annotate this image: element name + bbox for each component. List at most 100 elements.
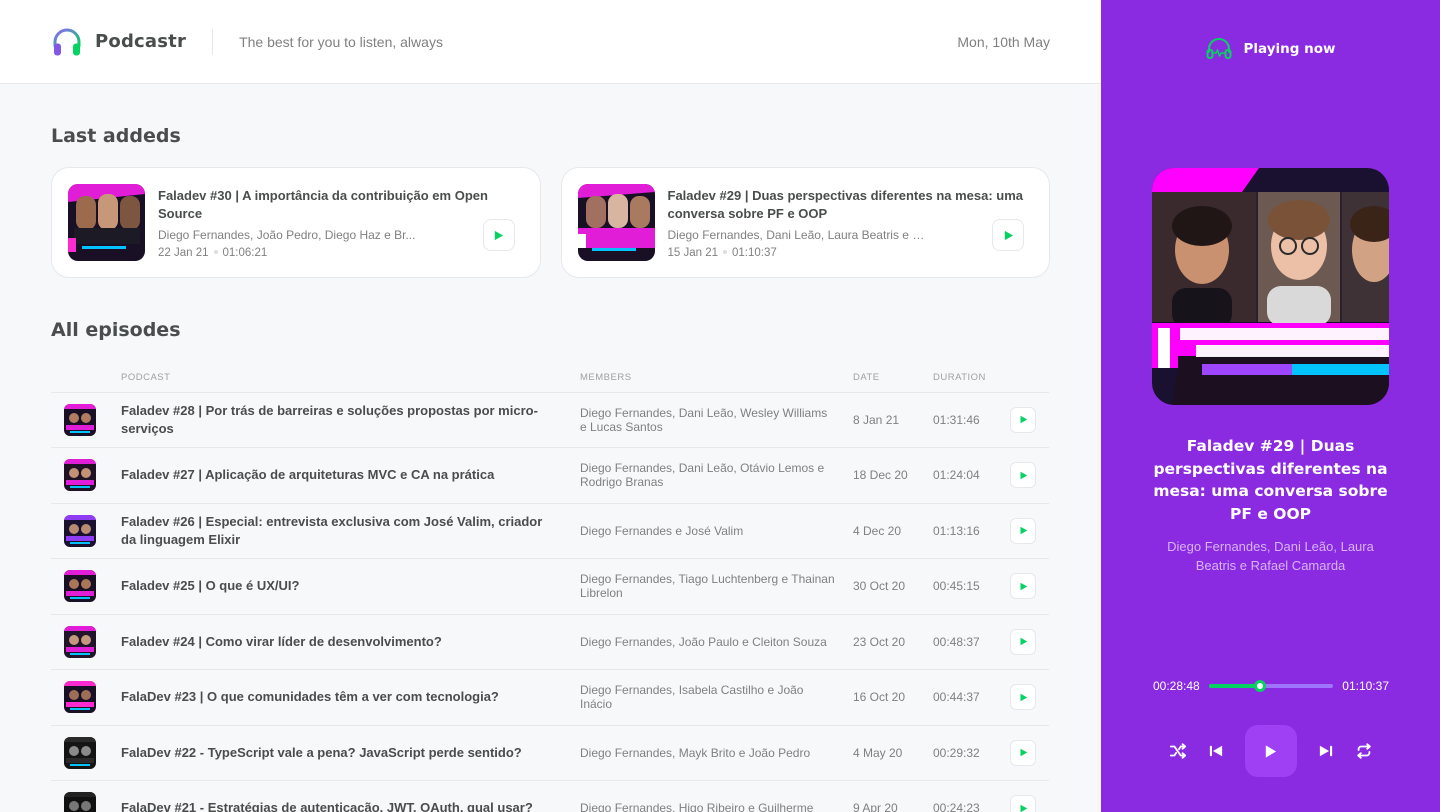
episode-meta: 22 Jan 21 01:06:21 — [158, 247, 518, 259]
play-icon — [1020, 416, 1027, 424]
episode-info: Faladev #30 | A importância da contribui… — [158, 187, 518, 259]
row-duration-cell: 00:45:15 — [933, 558, 1010, 615]
episode-title[interactable]: FalaDev #23 | O que comunidades têm a ve… — [121, 688, 560, 706]
header-divider — [212, 28, 214, 55]
logo[interactable]: Podcastr — [52, 27, 186, 57]
row-members-cell: Diego Fernandes, Mayk Brito e João Pedro — [580, 725, 853, 781]
row-thumb-cell — [51, 447, 121, 504]
app-name: Podcastr — [95, 31, 187, 52]
episode-duration: 01:24:04 — [933, 468, 980, 483]
total-time: 01:10:37 — [1342, 679, 1389, 693]
table-row[interactable]: FalaDev #23 | O que comunidades têm a ve… — [51, 669, 1049, 726]
table-row[interactable]: Faladev #28 | Por trás de barreiras e so… — [51, 392, 1049, 448]
row-podcast-cell: FalaDev #21 - Estratégias de autenticaçã… — [121, 780, 580, 812]
row-duration-cell: 01:24:04 — [933, 447, 1010, 504]
repeat-button[interactable] — [1345, 732, 1383, 770]
episode-title[interactable]: FalaDev #21 - Estratégias de autenticaçã… — [121, 799, 560, 812]
episode-date: 9 Apr 20 — [853, 801, 898, 812]
main-content: Podcastr The best for you to listen, alw… — [0, 0, 1101, 812]
play-episode-button[interactable] — [1010, 573, 1036, 600]
row-action-cell — [1010, 503, 1049, 559]
shuffle-button[interactable] — [1159, 732, 1197, 770]
episode-title[interactable]: FalaDev #22 - TypeScript vale a pena? Ja… — [121, 744, 560, 762]
table-header-row: Podcast Members Date Duration — [51, 363, 1049, 393]
column-members: Members — [580, 363, 853, 393]
play-episode-button[interactable] — [1010, 462, 1036, 489]
episode-duration: 00:24:23 — [933, 801, 980, 812]
episode-title[interactable]: Faladev #26 | Especial: entrevista exclu… — [121, 513, 560, 549]
progress-handle[interactable] — [1253, 680, 1266, 692]
tagline: The best for you to listen, always — [239, 33, 443, 50]
episode-date: 18 Dec 20 — [853, 468, 908, 483]
column-thumb — [51, 363, 121, 393]
row-podcast-cell: Faladev #28 | Por trás de barreiras e so… — [121, 392, 580, 448]
repeat-icon — [1356, 743, 1371, 759]
play-icon — [1020, 693, 1027, 701]
episode-title[interactable]: Faladev #25 | O que é UX/UI? — [121, 577, 560, 595]
play-episode-button[interactable] — [482, 219, 515, 251]
play-episode-button[interactable] — [1010, 628, 1036, 655]
player-heading: Playing now — [1101, 38, 1440, 60]
previous-button[interactable] — [1197, 732, 1235, 770]
headphones-icon — [52, 27, 82, 57]
progress-slider[interactable] — [1208, 680, 1334, 692]
current-time: 00:28:48 — [1153, 679, 1200, 693]
episode-thumbnail — [64, 570, 96, 603]
episode-title[interactable]: Faladev #24 | Como virar líder de desenv… — [121, 633, 560, 651]
episode-title[interactable]: Faladev #30 | A importância da contribui… — [158, 187, 518, 223]
shuffle-icon — [1169, 743, 1186, 759]
play-episode-button[interactable] — [992, 219, 1024, 251]
next-button[interactable] — [1307, 732, 1345, 770]
episode-info: Faladev #29 | Duas perspectivas diferent… — [668, 187, 1028, 259]
episode-title[interactable]: Faladev #28 | Por trás de barreiras e so… — [121, 402, 560, 438]
episode-thumbnail — [64, 681, 96, 714]
latest-episodes: Faladev #30 | A importância da contribui… — [51, 167, 1050, 278]
play-episode-button[interactable] — [1010, 739, 1036, 766]
latest-episode-card[interactable]: Faladev #30 | A importância da contribui… — [51, 167, 541, 278]
player-controls — [1101, 725, 1440, 777]
play-episode-button[interactable] — [1010, 517, 1036, 544]
table-row[interactable]: Faladev #26 | Especial: entrevista exclu… — [51, 503, 1049, 559]
episode-thumbnail — [64, 403, 96, 436]
episodes-table-body: Faladev #28 | Por trás de barreiras e so… — [51, 392, 1049, 812]
play-episode-button[interactable] — [1010, 684, 1036, 711]
all-episodes-title: All episodes — [51, 319, 181, 341]
table-row[interactable]: FalaDev #22 - TypeScript vale a pena? Ja… — [51, 725, 1049, 781]
row-members-cell: Diego Fernandes, João Paulo e Cleiton So… — [580, 614, 853, 670]
episode-members: Diego Fernandes, Tiago Luchtenberg e Tha… — [580, 572, 835, 601]
play-icon — [1020, 582, 1027, 590]
table-row[interactable]: FalaDev #21 - Estratégias de autenticaçã… — [51, 780, 1049, 812]
play-episode-button[interactable] — [1010, 406, 1036, 433]
current-episode-title: Faladev #29 | Duas perspectivas diferent… — [1153, 437, 1388, 523]
table-row[interactable]: Faladev #27 | Aplicação de arquiteturas … — [51, 447, 1049, 504]
row-date-cell: 23 Oct 20 — [853, 614, 933, 670]
episode-date: 23 Oct 20 — [853, 634, 906, 649]
row-action-cell — [1010, 447, 1049, 504]
episode-date: 16 Oct 20 — [853, 690, 906, 705]
table-row[interactable]: Faladev #24 | Como virar líder de desenv… — [51, 614, 1049, 670]
episode-title[interactable]: Faladev #29 | Duas perspectivas diferent… — [668, 187, 1028, 223]
episode-thumbnail — [64, 459, 96, 492]
meta-dot — [723, 250, 728, 255]
episode-title[interactable]: Faladev #27 | Aplicação de arquiteturas … — [121, 466, 560, 484]
episode-members: Diego Fernandes, Isabela Castilho e João… — [580, 683, 804, 712]
row-thumb-cell — [51, 780, 121, 812]
play-button[interactable] — [1244, 725, 1297, 777]
row-date-cell: 16 Oct 20 — [853, 669, 933, 726]
row-action-cell — [1010, 725, 1049, 781]
row-thumb-cell — [51, 669, 121, 726]
table-row[interactable]: Faladev #25 | O que é UX/UI? Diego Fernan… — [51, 558, 1049, 615]
player-panel: Playing now Faladev #29 | Duas perspecti… — [1101, 0, 1440, 812]
episode-date: 4 May 20 — [853, 745, 903, 760]
play-episode-button[interactable] — [1010, 795, 1036, 812]
row-date-cell: 18 Dec 20 — [853, 447, 933, 504]
row-thumb-cell — [51, 558, 121, 615]
header: Podcastr The best for you to listen, alw… — [0, 0, 1101, 84]
progress-fill — [1208, 684, 1260, 688]
current-date: Mon, 10th May — [957, 33, 1050, 50]
latest-episode-card[interactable]: Faladev #29 | Duas perspectivas diferent… — [560, 167, 1050, 278]
episode-date: 30 Oct 20 — [853, 579, 906, 594]
row-thumb-cell — [51, 392, 121, 448]
row-podcast-cell: Faladev #24 | Como virar líder de desenv… — [121, 614, 580, 670]
row-duration-cell: 00:24:23 — [933, 780, 1010, 812]
